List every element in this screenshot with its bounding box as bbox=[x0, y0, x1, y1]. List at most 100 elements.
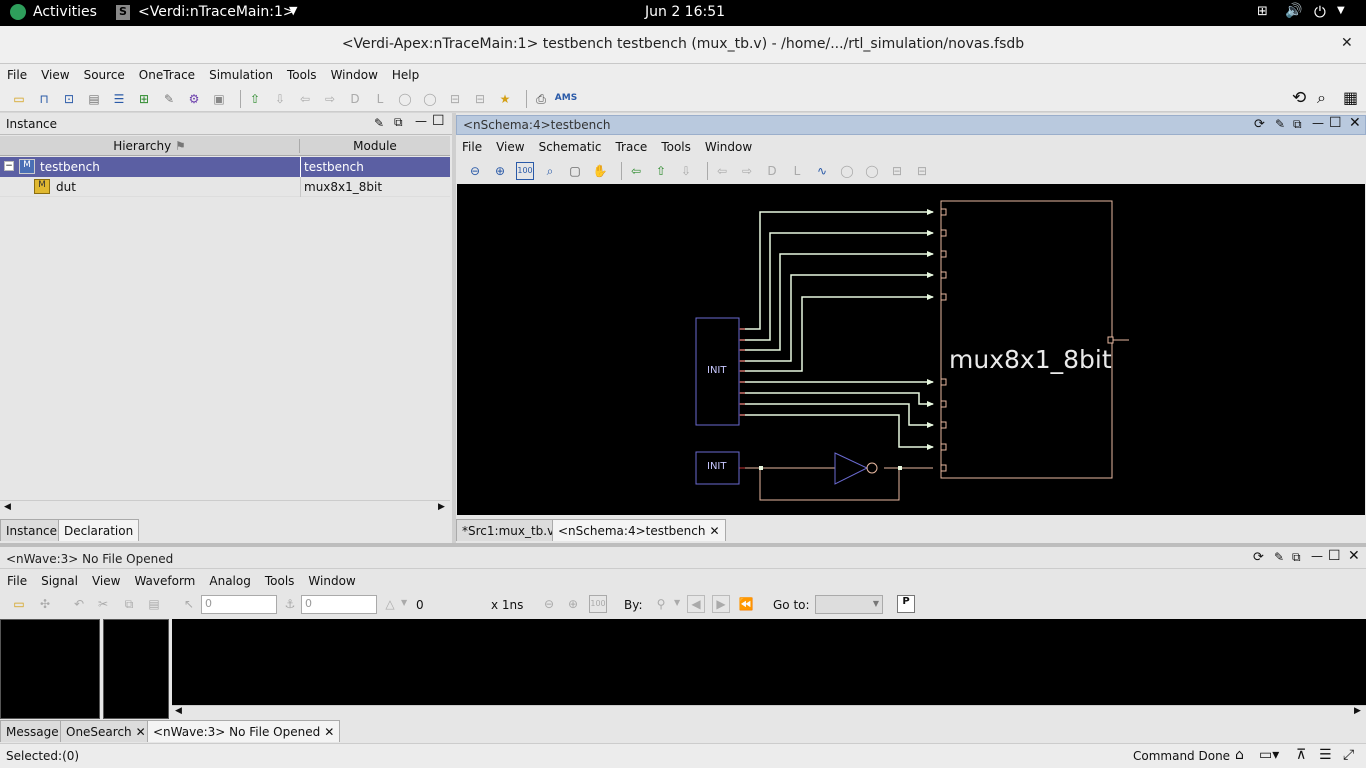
zoom-out-icon[interactable]: ⊖ bbox=[466, 162, 484, 180]
power-icon[interactable]: ⏻ bbox=[1314, 3, 1326, 21]
menu-source[interactable]: Source bbox=[84, 68, 125, 82]
menu-help[interactable]: Help bbox=[392, 68, 419, 82]
menu-analog[interactable]: Analog bbox=[209, 574, 250, 588]
menu-signal[interactable]: Signal bbox=[41, 574, 78, 588]
cursor-icon[interactable]: ↖ bbox=[180, 595, 198, 613]
minimize-icon[interactable]: — bbox=[415, 114, 427, 128]
collapse-toggle[interactable]: − bbox=[4, 161, 14, 171]
list-icon[interactable]: ☰ bbox=[110, 90, 128, 108]
add-signal-icon[interactable]: ✣ bbox=[36, 595, 54, 613]
properties-icon[interactable]: ▣ bbox=[210, 90, 228, 108]
expand-icon[interactable]: ☰ bbox=[1319, 747, 1332, 763]
hierarchy-column-header[interactable]: Hierarchy ⚑ bbox=[0, 139, 300, 153]
pin-icon[interactable]: ✎ bbox=[1274, 550, 1284, 564]
add-signal-icon[interactable]: ⊞ bbox=[135, 90, 153, 108]
clock[interactable]: Jun 2 16:51 bbox=[645, 4, 725, 20]
hierarchy2-icon[interactable]: ⊟ bbox=[471, 90, 489, 108]
hierarchy-icon[interactable]: ⊟ bbox=[446, 90, 464, 108]
tab-nschema[interactable]: <nSchema:4>testbench ✕ bbox=[552, 519, 726, 541]
cut-icon[interactable]: ✂ bbox=[94, 595, 112, 613]
menu-window[interactable]: Window bbox=[331, 68, 378, 82]
hierarchy-icon[interactable]: ⊟ bbox=[888, 162, 906, 180]
marker-icon[interactable]: ⚓ bbox=[281, 595, 299, 613]
trace-down-icon[interactable]: ⇩ bbox=[271, 90, 289, 108]
next-icon[interactable]: ▶ bbox=[712, 595, 730, 613]
menu-view[interactable]: View bbox=[41, 68, 69, 82]
hierarchy2-icon[interactable]: ⊟ bbox=[913, 162, 931, 180]
menu-schematic[interactable]: Schematic bbox=[539, 140, 602, 154]
history-icon[interactable]: ⟲ bbox=[1292, 88, 1306, 108]
tab-onesearch[interactable]: OneSearch ✕ bbox=[60, 720, 152, 742]
forward-arrow-icon[interactable]: ⇨ bbox=[321, 90, 339, 108]
window-close-button[interactable]: ✕ bbox=[1341, 35, 1353, 51]
undock-icon[interactable]: ⧉ bbox=[1293, 117, 1302, 132]
collapse-icon[interactable]: ⊼ bbox=[1296, 747, 1306, 763]
signal-name-panel[interactable] bbox=[0, 619, 100, 719]
maximize-icon[interactable]: ☐ bbox=[1329, 115, 1342, 131]
pan-hand-icon[interactable]: ✋ bbox=[591, 162, 609, 180]
waveform-icon[interactable]: ⊓ bbox=[35, 90, 53, 108]
close-tab-icon[interactable]: ✕ bbox=[710, 524, 720, 538]
up-circle-icon[interactable]: ◯ bbox=[396, 90, 414, 108]
up-circle-icon[interactable]: ◯ bbox=[838, 162, 856, 180]
by-dropdown-icon[interactable]: ▼ bbox=[674, 598, 680, 607]
trace-up-icon[interactable]: ⇧ bbox=[652, 162, 670, 180]
open-folder-icon[interactable]: ▭ bbox=[10, 595, 28, 613]
undock-icon[interactable]: ⧉ bbox=[1292, 550, 1301, 565]
scroll-left-icon[interactable]: ◀ bbox=[175, 706, 182, 716]
scroll-left-icon[interactable]: ◀ bbox=[4, 502, 11, 512]
close-tab-icon[interactable]: ✕ bbox=[136, 725, 146, 739]
prev-icon[interactable]: ◀ bbox=[687, 595, 705, 613]
app-menu-button[interactable]: <Verdi:nTraceMain:1> bbox=[138, 4, 295, 20]
net-wire[interactable] bbox=[740, 414, 933, 448]
refresh-icon[interactable]: ⟳ bbox=[1253, 550, 1264, 565]
close-icon[interactable]: ✕ bbox=[1348, 548, 1360, 564]
load-icon[interactable]: L bbox=[371, 90, 389, 108]
print-icon[interactable]: ⎙ bbox=[532, 90, 550, 108]
back-arrow-icon[interactable]: ⇦ bbox=[296, 90, 314, 108]
zoom-in-icon[interactable]: ⊕ bbox=[491, 162, 509, 180]
down-circle-icon[interactable]: ◯ bbox=[421, 90, 439, 108]
volume-icon[interactable]: 🔊 bbox=[1285, 3, 1302, 19]
schematic-icon[interactable]: ⊡ bbox=[60, 90, 78, 108]
fullscreen-icon[interactable]: ⤢ bbox=[1343, 747, 1354, 763]
tab-message[interactable]: Message bbox=[0, 720, 65, 742]
close-icon[interactable]: ✕ bbox=[1349, 115, 1361, 131]
back-green-icon[interactable]: ⇦ bbox=[627, 162, 645, 180]
menu-file[interactable]: File bbox=[462, 140, 482, 154]
minimize-icon[interactable]: — bbox=[1311, 549, 1323, 563]
scroll-right-icon[interactable]: ▶ bbox=[438, 502, 445, 512]
table-row[interactable]: M dut mux8x1_8bit bbox=[0, 177, 450, 197]
trace-down-icon[interactable]: ⇩ bbox=[677, 162, 695, 180]
net-wire[interactable] bbox=[740, 232, 933, 341]
maximize-icon[interactable]: ☐ bbox=[432, 113, 445, 129]
menu-tools[interactable]: Tools bbox=[661, 140, 691, 154]
layout-icon[interactable]: ▭▾ bbox=[1259, 747, 1279, 763]
down-circle-icon[interactable]: ◯ bbox=[863, 162, 881, 180]
menu-window[interactable]: Window bbox=[308, 574, 355, 588]
rewind-icon[interactable]: ⏪ bbox=[737, 595, 755, 613]
system-menu-chevron-icon[interactable]: ▼ bbox=[1337, 5, 1345, 16]
close-tab-icon[interactable]: ✕ bbox=[324, 725, 334, 739]
net-wire[interactable] bbox=[740, 253, 933, 351]
menu-trace[interactable]: Trace bbox=[615, 140, 647, 154]
search-icon[interactable]: ⌕ bbox=[1317, 88, 1326, 108]
undo-icon[interactable]: ↶ bbox=[70, 595, 88, 613]
menu-file[interactable]: File bbox=[7, 574, 27, 588]
ams-icon[interactable]: AMS bbox=[555, 90, 577, 108]
star-icon[interactable]: ★ bbox=[496, 90, 514, 108]
horizontal-scrollbar[interactable]: ◀ ▶ bbox=[0, 500, 450, 516]
delta-dropdown-icon[interactable]: ▼ bbox=[401, 598, 407, 607]
net-wire[interactable] bbox=[740, 211, 933, 330]
pencil-icon[interactable]: ✎ bbox=[160, 90, 178, 108]
gear-chip-icon[interactable]: ⚙ bbox=[185, 90, 203, 108]
menu-view[interactable]: View bbox=[92, 574, 120, 588]
pin-icon[interactable]: ✎ bbox=[1275, 117, 1285, 131]
trace-path-icon[interactable]: ∿ bbox=[813, 162, 831, 180]
chevron-down-icon[interactable]: ▼ bbox=[289, 4, 297, 17]
tab-declaration[interactable]: Declaration bbox=[58, 519, 140, 541]
zoom-fit-icon[interactable]: ⌕ bbox=[541, 162, 559, 180]
activities-button[interactable]: Activities bbox=[33, 4, 97, 20]
menu-simulation[interactable]: Simulation bbox=[209, 68, 273, 82]
copy-icon[interactable]: ⧉ bbox=[120, 595, 138, 613]
